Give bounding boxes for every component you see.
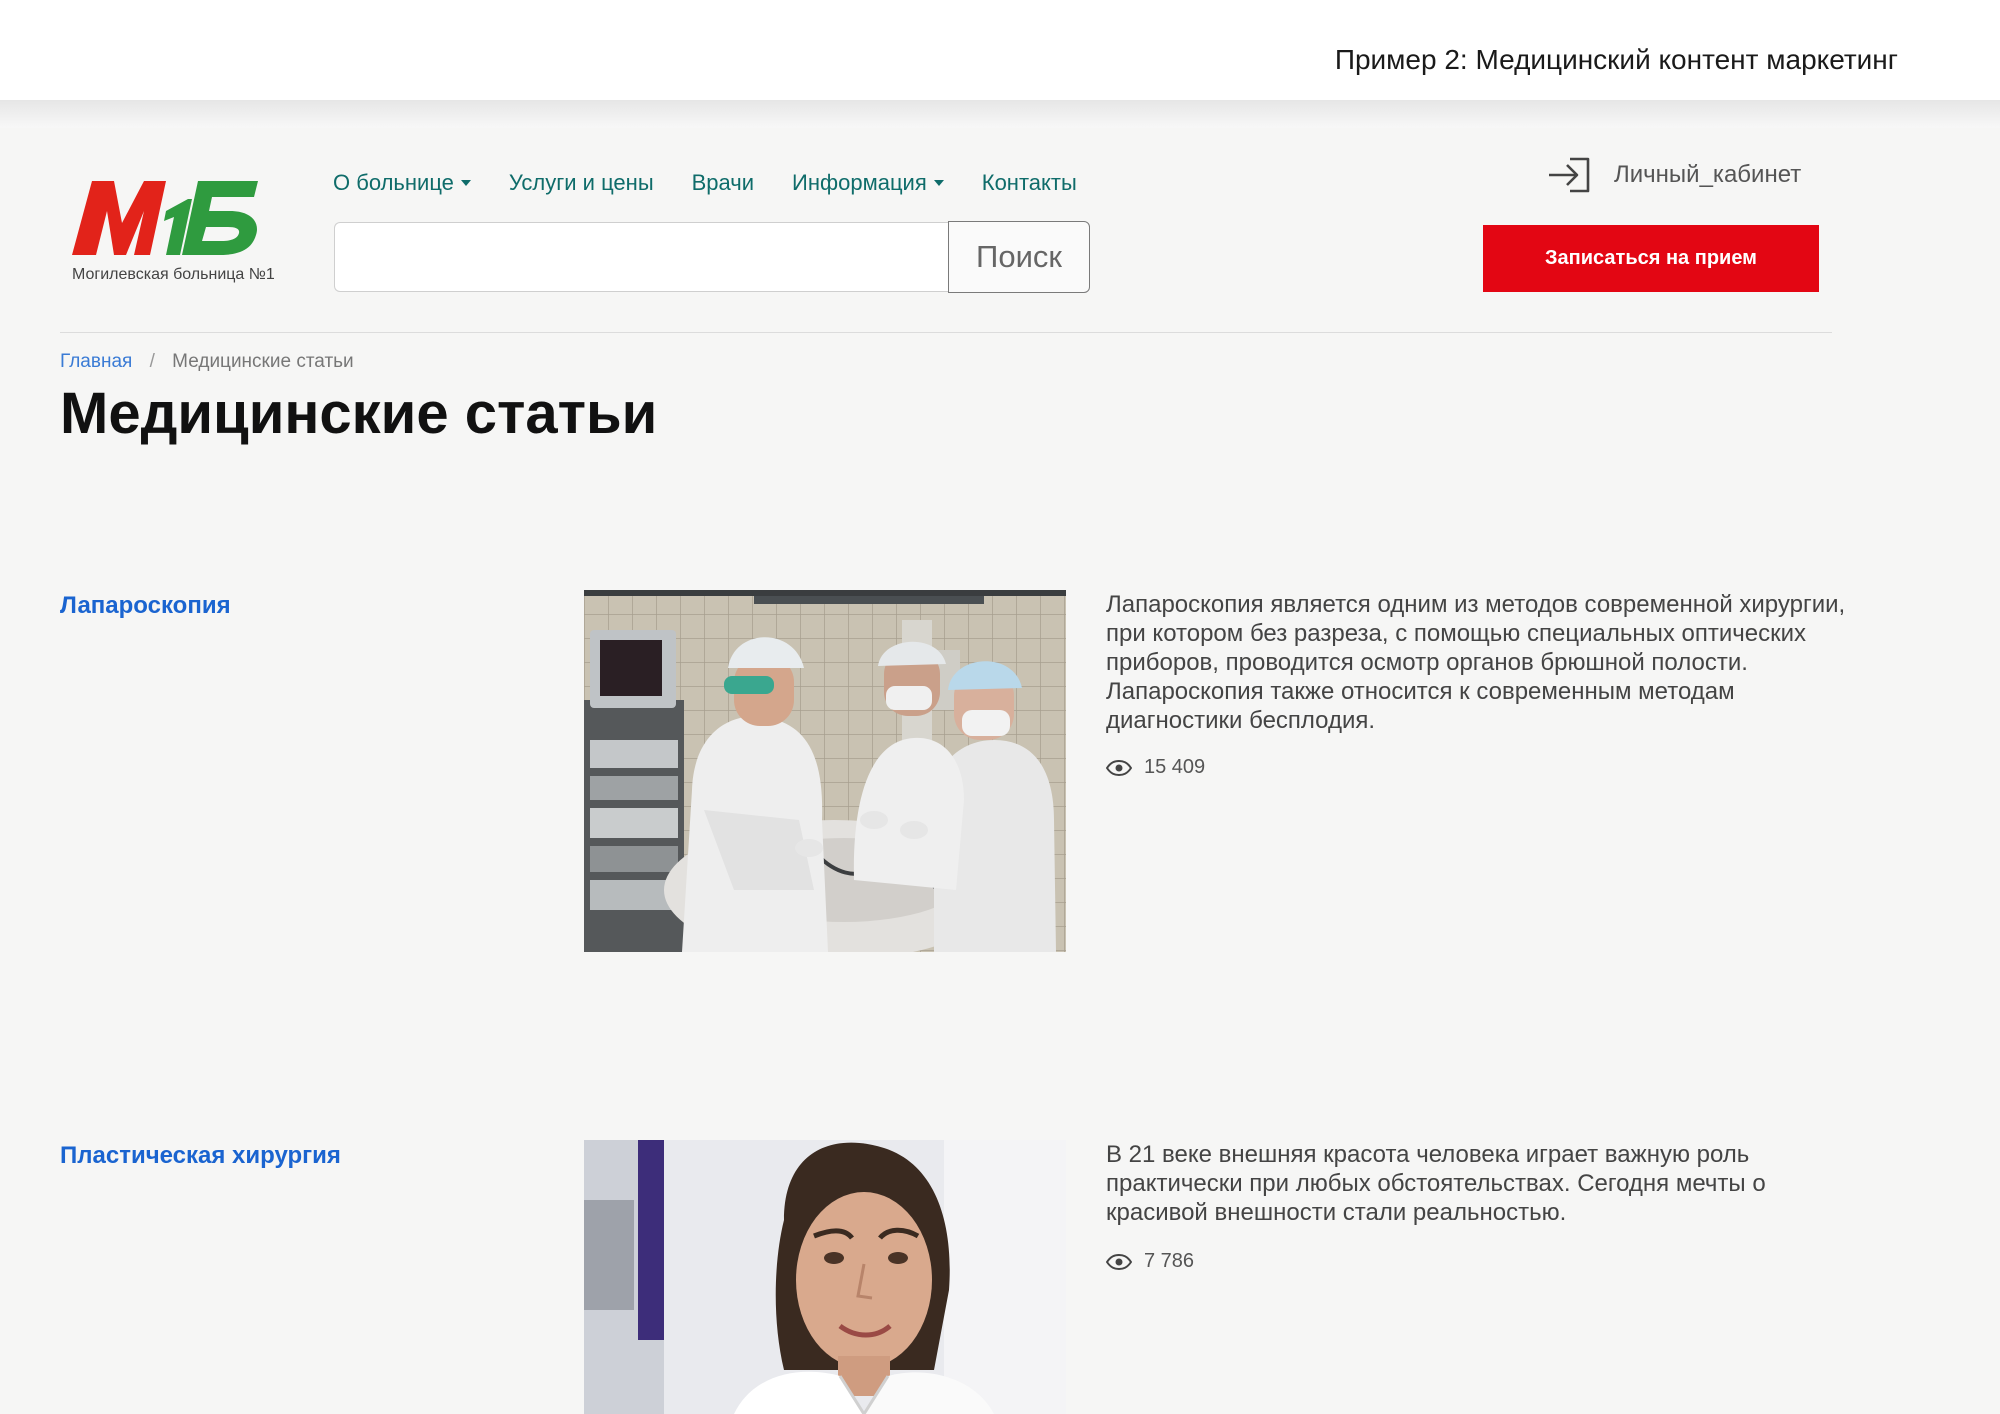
account-label: Личный_кабинет [1614, 161, 1802, 188]
slide-caption: Пример 2: Медицинский контент маркетинг [1334, 44, 1898, 75]
article-title-link[interactable]: Лапароскопия [60, 592, 231, 620]
surgery-team-photo [584, 590, 1066, 952]
nav-item-label: О больнице [333, 170, 454, 195]
header-divider [60, 332, 1832, 333]
search-bar: Поиск [334, 221, 1090, 293]
nav-item-contacts[interactable]: Контакты [982, 170, 1077, 196]
breadcrumb-current: Медицинские статьи [172, 351, 354, 372]
website-page: Могилевская больница №1 О больнице Услуг… [0, 128, 2000, 1414]
nav-item-about[interactable]: О больнице [333, 170, 471, 196]
article-excerpt: Лапароскопия является одним из методов с… [1106, 591, 1846, 734]
eye-icon [1106, 1253, 1132, 1270]
nav-item-label: Услуги и цены [508, 170, 654, 195]
main-nav: О больнице Услуги и цены Врачи Информаци… [333, 170, 1115, 196]
logo-caption: Могилевская больница №1 [72, 266, 275, 283]
caret-down-icon [933, 180, 944, 186]
breadcrumb: Главная / Медицинские статьи [60, 351, 354, 373]
breadcrumb-home-link[interactable]: Главная [60, 351, 132, 372]
article-image-plastic-surgery[interactable] [584, 1140, 1066, 1414]
account-link[interactable]: Личный_кабинет [1546, 156, 1801, 194]
search-button[interactable]: Поиск [948, 221, 1090, 293]
article-image-surgery[interactable] [584, 590, 1066, 952]
hospital-logo[interactable]: Могилевская больница №1 [70, 173, 290, 283]
search-input[interactable] [334, 222, 948, 292]
views-count: 7 786 [1144, 1250, 1195, 1272]
logo-mark-icon [72, 181, 258, 255]
breadcrumb-separator: / [149, 351, 155, 372]
nav-item-label: Врачи [691, 170, 755, 195]
nav-item-information[interactable]: Информация [792, 170, 944, 196]
nav-item-label: Информация [792, 170, 927, 195]
nav-item-label: Контакты [981, 170, 1077, 195]
article-title-link[interactable]: Пластическая хирургия [60, 1142, 341, 1170]
page-title: Медицинские статьи [60, 381, 658, 446]
book-appointment-button[interactable]: Записаться на прием [1483, 225, 1819, 292]
nav-item-services[interactable]: Услуги и цены [509, 170, 654, 196]
views-counter: 7 786 [1106, 1250, 1194, 1273]
login-icon [1549, 157, 1590, 193]
caret-down-icon [460, 180, 471, 186]
views-count: 15 409 [1144, 756, 1206, 778]
views-counter: 15 409 [1106, 756, 1205, 779]
eye-icon [1106, 759, 1132, 776]
nav-item-doctors[interactable]: Врачи [692, 170, 754, 196]
article-excerpt: В 21 веке внешняя красота человека играе… [1106, 1141, 1766, 1226]
doctor-portrait-photo [584, 1140, 1066, 1414]
